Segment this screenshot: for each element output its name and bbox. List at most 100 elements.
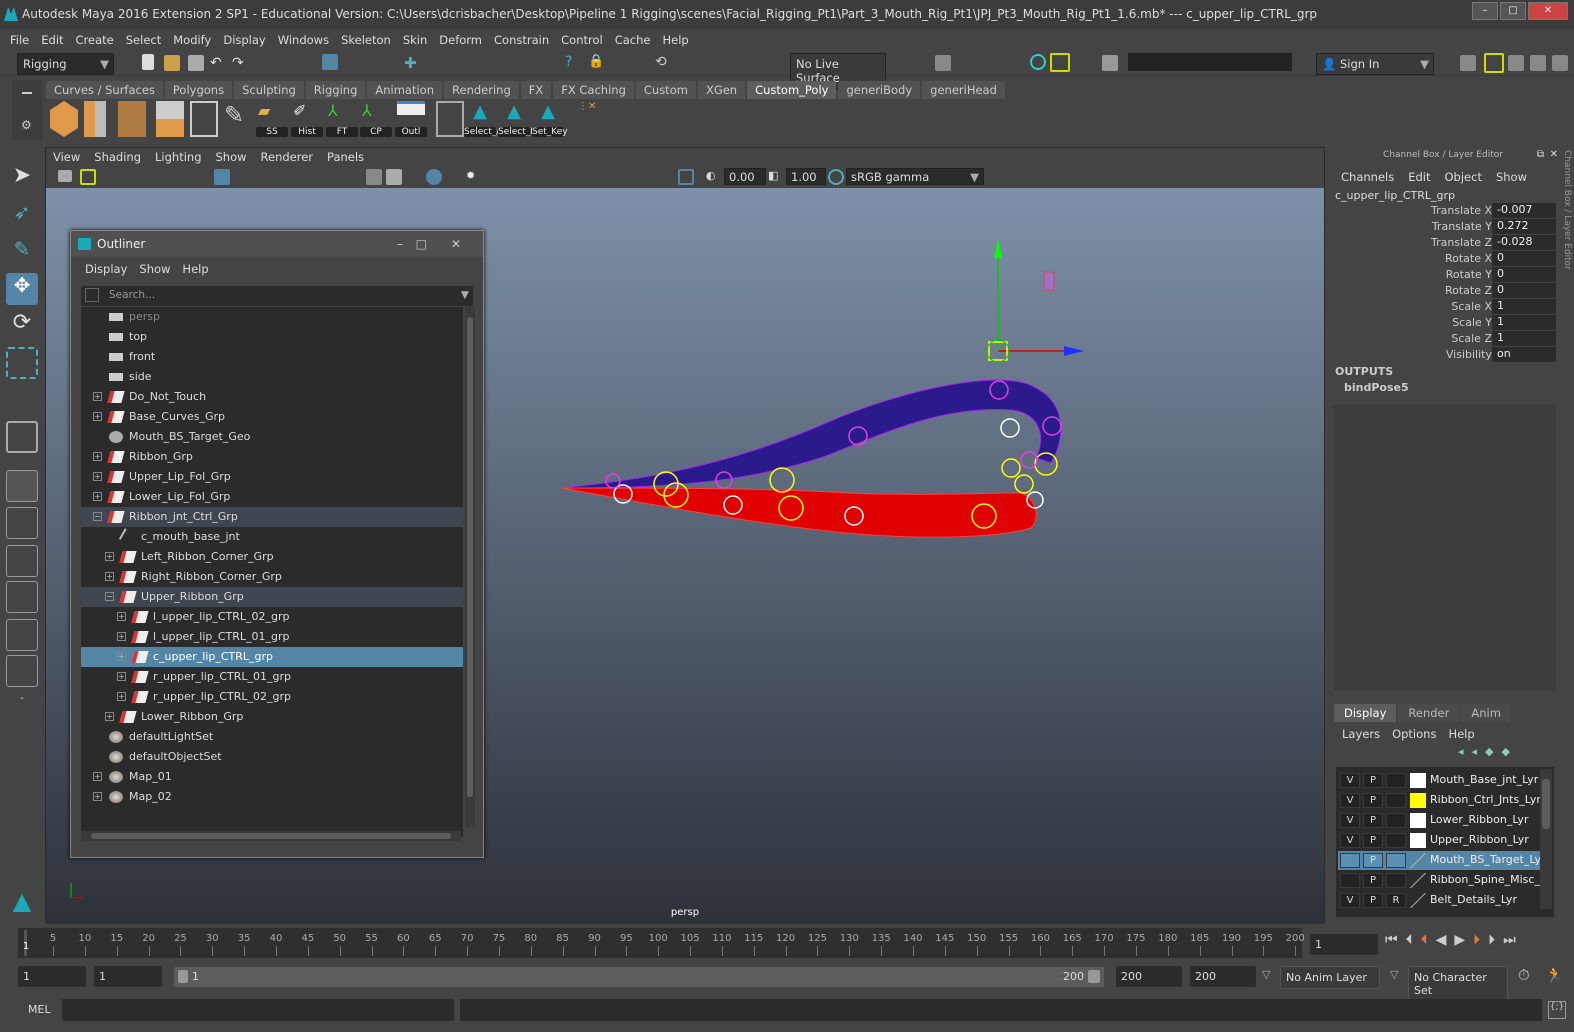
combine-icon[interactable]: [156, 101, 184, 137]
shelf-select-a-button[interactable]: ▲ Select_/: [464, 101, 499, 137]
shelf-chain-icon[interactable]: ⋮✕: [578, 101, 596, 137]
close-button[interactable]: ✕: [1528, 2, 1568, 20]
move-tool-icon[interactable]: ✥: [6, 273, 38, 305]
select-by-component-icon[interactable]: [322, 54, 338, 70]
channel-value[interactable]: 1: [1492, 299, 1556, 314]
visibility-toggle[interactable]: V: [1340, 793, 1360, 808]
layer-color-swatch[interactable]: [1410, 813, 1426, 828]
expand-icon[interactable]: +: [117, 632, 126, 641]
character-set-dropdown-icon[interactable]: ▽: [1390, 968, 1398, 981]
layer-name[interactable]: Mouth_BS_Target_Lyr: [1430, 853, 1546, 866]
layer-row[interactable]: V P Ribbon_Ctrl_Jnts_Lyr: [1338, 791, 1542, 810]
snap-curve-icon[interactable]: ⟲: [655, 54, 671, 70]
channel-name[interactable]: Translate Z: [1431, 236, 1492, 249]
viewport-menu-renderer[interactable]: Renderer: [254, 148, 321, 167]
command-language-label[interactable]: MEL: [28, 1003, 51, 1016]
shelf-tab-animation[interactable]: Animation: [367, 81, 443, 99]
rotate-tool-icon[interactable]: ⟳: [6, 310, 38, 342]
channel-row[interactable]: Rotate Z0: [1328, 283, 1558, 299]
reference-toggle[interactable]: [1386, 813, 1406, 828]
channel-row[interactable]: Rotate X0: [1328, 251, 1558, 267]
outliner-horizontal-scrollbar[interactable]: [81, 831, 461, 841]
channel-row[interactable]: Translate X -0.007: [1328, 203, 1558, 219]
shelf-tab-custom[interactable]: Custom: [635, 81, 696, 99]
search-dropdown-icon[interactable]: ▼: [461, 289, 469, 301]
shelf-tab-fx-caching[interactable]: FX Caching: [553, 81, 634, 99]
shelf-tab-generibody[interactable]: generiBody: [838, 81, 921, 99]
xray-joints-icon[interactable]: [426, 169, 442, 185]
expand-icon[interactable]: +: [93, 392, 102, 401]
reference-toggle[interactable]: [1386, 773, 1406, 788]
layer-row[interactable]: V P Mouth_Base_jnt_Lyr: [1338, 771, 1542, 790]
help-icon[interactable]: ?: [565, 54, 581, 70]
align-icon[interactable]: [436, 101, 464, 137]
viewport-menu-shading[interactable]: Shading: [87, 148, 148, 167]
channel-name[interactable]: Scale Z: [1451, 332, 1492, 345]
menu-set-dropdown[interactable]: Rigging ▼: [17, 53, 114, 75]
channel-name[interactable]: Rotate Z: [1445, 284, 1492, 297]
layer-name[interactable]: Ribbon_Spine_Misc_Ly: [1430, 873, 1552, 886]
layer-move-icons[interactable]: ◂◂◆◆: [1458, 745, 1518, 758]
outliner-item[interactable]: + l_upper_lip_CTRL_02_grp: [81, 607, 463, 627]
menu-display[interactable]: Display: [217, 30, 271, 50]
script-editor-icon[interactable]: {;}: [1548, 1001, 1566, 1019]
viewport-menu-panels[interactable]: Panels: [320, 148, 371, 167]
open-scene-icon[interactable]: [164, 55, 180, 71]
collapse-icon[interactable]: −: [105, 592, 114, 601]
shelf-tab-polygons[interactable]: Polygons: [164, 81, 233, 99]
shelf-tab-xgen[interactable]: XGen: [697, 81, 746, 99]
channel-value[interactable]: 0.272: [1492, 219, 1556, 234]
go-to-end-icon[interactable]: ⏭: [1503, 932, 1516, 948]
layer-menu-options[interactable]: Options: [1386, 725, 1442, 743]
step-back-key-icon[interactable]: ⏴: [1406, 932, 1413, 948]
anim-layer-field[interactable]: No Anim Layer: [1280, 966, 1380, 989]
menu-cache[interactable]: Cache: [609, 30, 657, 50]
channel-name[interactable]: Scale X: [1451, 300, 1492, 313]
anim-layer-dropdown-icon[interactable]: ▽: [1262, 968, 1270, 981]
channel-name[interactable]: Rotate Y: [1446, 268, 1492, 281]
shelf-tab-generihead[interactable]: generiHead: [922, 81, 1005, 99]
shelf-ft-button[interactable]: ⅄ FT: [326, 101, 358, 137]
outliner-item[interactable]: + r_upper_lip_CTRL_01_grp: [81, 667, 463, 687]
snap-grid-icon[interactable]: ✚: [404, 54, 420, 72]
outliner-item[interactable]: persp: [81, 307, 463, 327]
gamma-icon[interactable]: ◧: [768, 169, 784, 185]
layer-row[interactable]: V P R Belt_Details_Lyr: [1338, 891, 1542, 910]
viewport-menu-view[interactable]: View: [46, 148, 87, 167]
outliner-item[interactable]: c_mouth_base_jnt: [81, 527, 463, 547]
outliner-item[interactable]: defaultLightSet: [81, 727, 463, 747]
four-pane-layout-icon[interactable]: [6, 507, 38, 539]
float-panel-button[interactable]: ⧉: [1537, 149, 1544, 160]
outliner-item[interactable]: + Left_Ribbon_Corner_Grp: [81, 547, 463, 567]
channel-value[interactable]: -0.028: [1492, 235, 1556, 250]
expand-icon[interactable]: +: [93, 772, 102, 781]
outliner-item[interactable]: + Base_Curves_Grp: [81, 407, 463, 427]
channel-value[interactable]: on: [1492, 347, 1556, 362]
layer-row[interactable]: V P Upper_Ribbon_Lyr: [1338, 831, 1542, 850]
visibility-toggle[interactable]: V: [1340, 833, 1360, 848]
visibility-toggle[interactable]: [1340, 853, 1360, 868]
smooth-shade-icon[interactable]: [386, 169, 402, 185]
lasso-tool-icon[interactable]: ➶: [6, 200, 38, 232]
channel-value[interactable]: 0: [1492, 267, 1556, 282]
color-space-dropdown[interactable]: sRGB gamma ▼: [846, 168, 984, 185]
go-to-start-icon[interactable]: ⏮: [1385, 932, 1398, 948]
layer-name[interactable]: Mouth_Base_jnt_Lyr: [1430, 773, 1538, 786]
shelf-tab-custom-poly[interactable]: Custom_Poly: [747, 81, 837, 99]
shelf-tab-rendering[interactable]: Rendering: [444, 81, 519, 99]
menu-file[interactable]: File: [4, 30, 35, 50]
layer-menu-layers[interactable]: Layers: [1336, 725, 1386, 743]
channel-name[interactable]: Translate X: [1431, 204, 1492, 217]
poly-cube-icon[interactable]: [50, 101, 78, 137]
outliner-item[interactable]: side: [81, 367, 463, 387]
step-forward-key-icon[interactable]: ⏵: [1488, 932, 1495, 948]
shelf-hist-button[interactable]: ✐ Hist: [291, 101, 323, 137]
menu-edit[interactable]: Edit: [35, 30, 69, 50]
character-set-field[interactable]: No Character Set: [1408, 966, 1508, 1002]
outliner-item[interactable]: + Lower_Ribbon_Grp: [81, 707, 463, 727]
outliner-toggle-icon[interactable]: [1552, 55, 1568, 71]
step-back-frame-icon[interactable]: ⏴: [1421, 932, 1428, 948]
reference-toggle[interactable]: [1386, 873, 1406, 888]
menu-windows[interactable]: Windows: [272, 30, 335, 50]
layer-color-swatch[interactable]: [1410, 893, 1426, 908]
